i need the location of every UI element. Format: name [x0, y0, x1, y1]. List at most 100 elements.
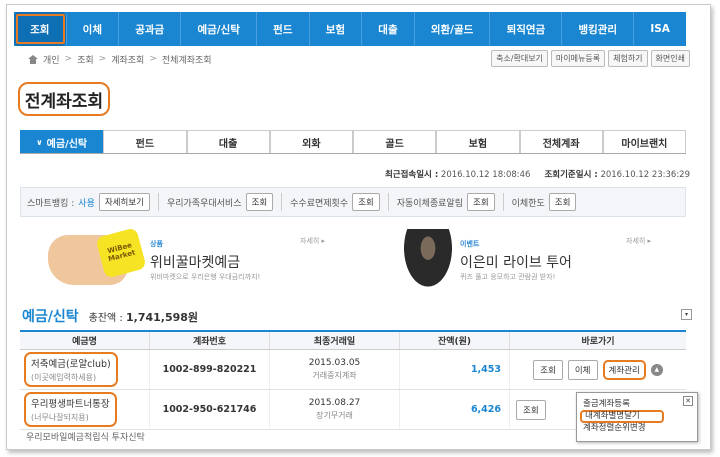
tab-마이브랜치[interactable]: 마이브랜치 [602, 130, 686, 153]
balance-cell: 6,426 [400, 390, 510, 429]
tab-펀드[interactable]: 펀드 [103, 130, 187, 153]
nav-대출[interactable]: 대출 [362, 12, 415, 46]
nav-이체[interactable]: 이체 [67, 12, 120, 46]
breadcrumb: 개인 > 조회 > 계좌조회 > 전체계좌조회 [28, 52, 212, 66]
print-button[interactable]: 화면인쇄 [650, 50, 690, 67]
tab-label: 예금/신탁 [46, 138, 88, 150]
query-time-value: 2016.10.12 23:36:29 [600, 170, 690, 180]
auto-transfer-button[interactable]: 조회 [467, 193, 495, 211]
tab-대출[interactable]: 대출 [186, 130, 270, 153]
shortcut-cell: 조회 이체 계좌관리 ▲ [510, 350, 686, 389]
banner-title: 위비꿀마켓예금 [150, 255, 241, 271]
nav-예금신탁[interactable]: 예금/신탁 [181, 12, 258, 46]
total-balance-label: 총잔액 : [88, 313, 123, 324]
nav-공과금[interactable]: 공과금 [119, 12, 182, 46]
section-menu-icon[interactable]: ▾ [681, 309, 692, 320]
popup-item-sort-order[interactable]: 계좌정렬순위변경 [583, 423, 691, 434]
transfer-limit-label: 이체한도 [511, 198, 545, 209]
last-access-label: 최근접속일시 : [384, 170, 439, 180]
account-number[interactable]: 1002-950-621746 [163, 404, 257, 415]
smart-banking-value: 사용 [78, 198, 95, 209]
query-time-label: 조회기준일시 : [544, 170, 598, 180]
fee-exemption-label: 수수료면제횟수 [290, 198, 349, 209]
account-section-title: 예금/신탁 [22, 309, 79, 325]
product-banner[interactable]: WiBee Market 상품 위비꿀마켓예금 위비마켓으로 우리은행 우대금리… [22, 225, 334, 295]
family-service: 우리가족우대서비스 조회 [167, 193, 283, 211]
breadcrumb-separator: > [98, 54, 107, 64]
tab-외화[interactable]: 외화 [269, 130, 353, 153]
banner-more-link[interactable]: 자세히 ▸ [626, 236, 651, 246]
account-status-note: 거래중지계좌 [312, 371, 357, 380]
popup-item-account-nickname[interactable]: 내계좌별명달기 [580, 410, 664, 423]
inquiry-button[interactable]: 조회 [533, 359, 563, 380]
auto-transfer-alert: 자동이체종료알림 조회 [397, 193, 504, 211]
nav-isa[interactable]: ISA [634, 12, 686, 46]
breadcrumb-item[interactable]: 계좌조회 [111, 53, 144, 66]
nav-퇴직연금[interactable]: 퇴직연금 [490, 12, 563, 46]
account-name: 저축예금(로얄club) [31, 359, 111, 370]
column-header: 예금명 [20, 332, 150, 349]
breadcrumb-separator: > [149, 54, 157, 64]
tab-전체계좌[interactable]: 전체계좌 [519, 130, 603, 153]
banner-subtitle: 위비마켓으로 우리은행 우대금리까지! [150, 273, 261, 281]
last-access-value: 2016.10.12 18:08:46 [440, 170, 531, 180]
tab-보험[interactable]: 보험 [436, 130, 520, 153]
nav-뱅킹관리[interactable]: 뱅킹관리 [562, 12, 635, 46]
banner-tag: 이벤트 [460, 240, 480, 248]
banner-tag: 상품 [150, 240, 163, 248]
nav-펀드[interactable]: 펀드 [257, 12, 310, 46]
column-header: 바로가기 [581, 337, 615, 347]
login-info: 최근접속일시 : 2016.10.12 18:08:46 조회기준일시 : 20… [385, 168, 690, 180]
auto-transfer-label: 자동이체종료알림 [396, 198, 463, 209]
zoom-button[interactable]: 축소/확대보기 [491, 50, 548, 67]
my-menu-button[interactable]: 마이메뉴등록 [550, 50, 606, 67]
balance-value: 1,453 [470, 364, 501, 375]
total-balance: 총잔액 : 1,741,598원 [89, 309, 198, 325]
popup-item-register-withdrawal[interactable]: 출금계좌등록 [583, 399, 691, 410]
family-service-button[interactable]: 조회 [245, 193, 274, 211]
account-name-highlight[interactable]: 우리평생파트너통장 (너무나잘되지용) [24, 392, 117, 427]
banner-title: 이은미 라이브 투어 [460, 255, 572, 271]
tab-예금신탁[interactable]: ∨ 예금/신탁 [20, 130, 104, 153]
account-number[interactable]: 1002-899-820221 [163, 364, 257, 375]
inquiry-button[interactable]: 조회 [516, 399, 546, 420]
balance-value: 6,426 [470, 404, 501, 415]
total-balance-value: 1,741,598원 [125, 311, 199, 324]
page-title: 전계좌조회 [18, 82, 110, 116]
trial-button[interactable]: 체험하기 [608, 50, 648, 67]
top-navigation: 조회 이체 공과금 예금/신탁 펀드 보험 대출 외환/골드 퇴직연금 뱅킹관리… [14, 12, 686, 46]
account-name-cell: 저축예금(로얄club) (이곳에입력하세용) [20, 350, 150, 389]
sub-tabs: ∨ 예금/신탁 펀드 대출 외화 골드 보험 전체계좌 마이브랜치 [20, 130, 686, 154]
close-icon[interactable]: ✕ [683, 396, 693, 406]
account-number-cell: 1002-950-621746 [150, 390, 270, 429]
account-manage-popup: ✕ 출금계좌등록 내계좌별명달기 계좌정렬순위변경 [576, 392, 698, 442]
nav-보험[interactable]: 보험 [310, 12, 363, 46]
smart-banking-detail-button[interactable]: 자세히보기 [98, 193, 150, 211]
account-nickname: (이곳에입력하세용) [31, 373, 97, 382]
breadcrumb-item[interactable]: 조회 [77, 53, 94, 66]
column-header: 계좌번호 [150, 332, 270, 349]
table-header: 예금명 계좌번호 최종거래일 잔액(원) 바로가기 [20, 332, 686, 350]
breadcrumb-item[interactable]: 개인 [43, 53, 60, 66]
home-icon[interactable] [28, 54, 38, 64]
account-manage-button[interactable]: 계좌관리 [602, 359, 646, 380]
fee-exemption-button[interactable]: 조회 [352, 193, 380, 211]
transfer-limit: 이체한도 조회 [512, 193, 585, 211]
event-banner[interactable]: 이벤트 이은미 라이브 투어 퀴즈 풀고 응모하고 관람권 받자! 자세히 ▸ [382, 225, 686, 295]
nav-외환골드[interactable]: 외환/골드 [415, 12, 491, 46]
balance-cell: 1,453 [400, 350, 510, 389]
more-circle-icon[interactable]: ▲ [650, 363, 663, 376]
banner-more-link[interactable]: 자세히 ▸ [300, 236, 325, 246]
smart-banking-label: 스마트뱅킹 : [27, 198, 75, 209]
last-transaction-date: 2015.08.27 [308, 398, 361, 408]
tab-골드[interactable]: 골드 [353, 130, 437, 153]
utility-buttons: 축소/확대보기 마이메뉴등록 체험하기 화면인쇄 [491, 50, 690, 67]
transfer-limit-button[interactable]: 조회 [548, 193, 577, 211]
nav-조회[interactable]: 조회 [14, 12, 67, 46]
account-name-highlight[interactable]: 저축예금(로얄club) (이곳에입력하세용) [24, 352, 118, 387]
last-transaction-cell: 2015.03.05 거래중지계좌 [270, 350, 400, 389]
account-status-note: 장기무거래 [316, 411, 353, 420]
service-bar: 스마트뱅킹 : 사용 자세히보기 우리가족우대서비스 조회 수수료면제횟수 조회… [20, 187, 686, 217]
last-access: 최근접속일시 : 2016.10.12 18:08:46 [385, 168, 531, 180]
transfer-button[interactable]: 이체 [567, 359, 598, 380]
